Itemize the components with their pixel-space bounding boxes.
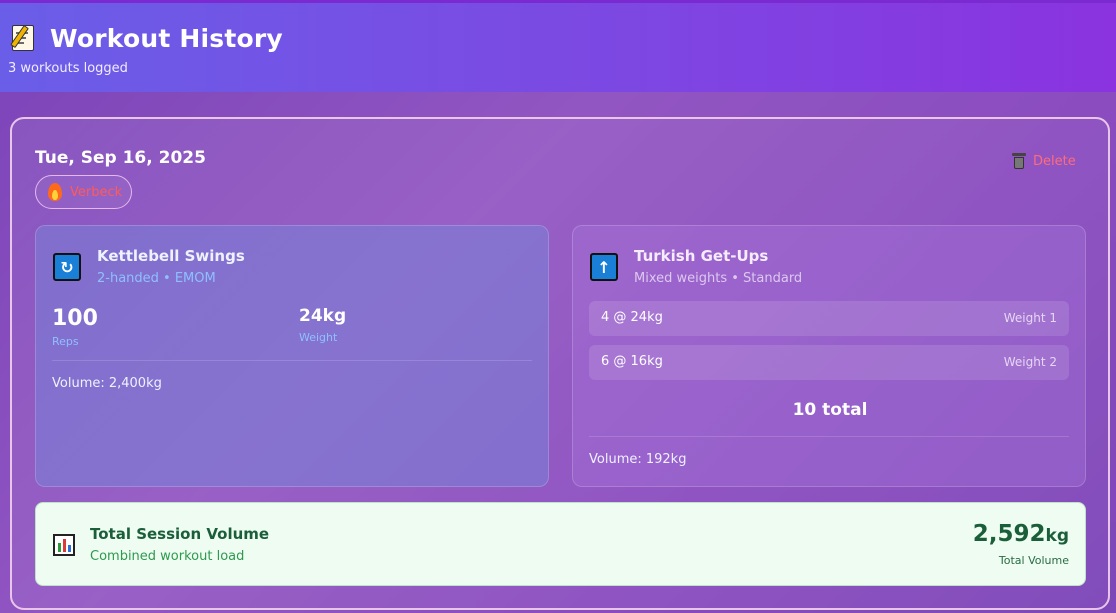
weight-label: Weight bbox=[299, 331, 338, 344]
session-volume-summary: Total Session Volume Combined workout lo… bbox=[35, 502, 1086, 586]
repeat-icon: ↻ bbox=[53, 253, 81, 281]
exercise-details: Mixed weights • Standard bbox=[634, 271, 803, 286]
bar-chart-icon bbox=[53, 534, 75, 556]
weight-row-label: Weight 2 bbox=[1003, 355, 1057, 369]
exercise-name: Kettlebell Swings bbox=[97, 247, 245, 265]
fire-icon bbox=[48, 183, 62, 201]
page-title: Workout History bbox=[50, 23, 283, 53]
up-arrow-icon: ↑ bbox=[590, 253, 618, 281]
delete-button[interactable]: Delete bbox=[1012, 153, 1076, 169]
divider bbox=[52, 360, 532, 361]
workout-count: 3 workouts logged bbox=[8, 61, 128, 76]
exercise-name: Turkish Get-Ups bbox=[634, 247, 769, 265]
exercise-volume: Volume: 2,400kg bbox=[52, 376, 162, 391]
reps-value: 100 bbox=[52, 306, 98, 331]
badge-label: Verbeck bbox=[70, 184, 123, 200]
weight-row: 4 @ 24kg Weight 1 bbox=[589, 301, 1069, 336]
workout-badge[interactable]: Verbeck bbox=[35, 175, 132, 209]
total-reps: 10 total bbox=[792, 400, 868, 420]
memo-icon bbox=[10, 23, 38, 53]
total-volume-label: Total Volume bbox=[998, 554, 1069, 567]
total-volume-unit: kg bbox=[1045, 526, 1069, 546]
total-volume-number: 2,592 bbox=[972, 521, 1046, 547]
weight-row-value: 4 @ 24kg bbox=[601, 310, 663, 325]
workout-date: Tue, Sep 16, 2025 bbox=[35, 148, 206, 168]
header-title-row: Workout History bbox=[10, 23, 283, 53]
delete-label: Delete bbox=[1033, 153, 1076, 169]
summary-title: Total Session Volume bbox=[90, 525, 270, 543]
total-volume-value: 2,592kg bbox=[973, 521, 1069, 547]
weight-row-value: 6 @ 16kg bbox=[601, 354, 663, 369]
reps-label: Reps bbox=[52, 335, 79, 348]
exercise-volume: Volume: 192kg bbox=[589, 452, 687, 467]
weight-row: 6 @ 16kg Weight 2 bbox=[589, 345, 1069, 380]
workout-card: Tue, Sep 16, 2025 Verbeck Delete ↻ Kettl… bbox=[10, 117, 1110, 610]
weight-value: 24kg bbox=[299, 306, 347, 326]
weight-row-label: Weight 1 bbox=[1003, 311, 1057, 325]
exercise-card-turkish-get-ups: ↑ Turkish Get-Ups Mixed weights • Standa… bbox=[572, 225, 1086, 487]
page-header: Workout History 3 workouts logged bbox=[0, 0, 1116, 92]
summary-subtitle: Combined workout load bbox=[90, 549, 245, 564]
exercise-details: 2-handed • EMOM bbox=[97, 271, 216, 286]
exercise-card-kettlebell-swings: ↻ Kettlebell Swings 2-handed • EMOM 100 … bbox=[35, 225, 549, 487]
trash-icon bbox=[1012, 153, 1026, 169]
divider bbox=[589, 436, 1069, 437]
